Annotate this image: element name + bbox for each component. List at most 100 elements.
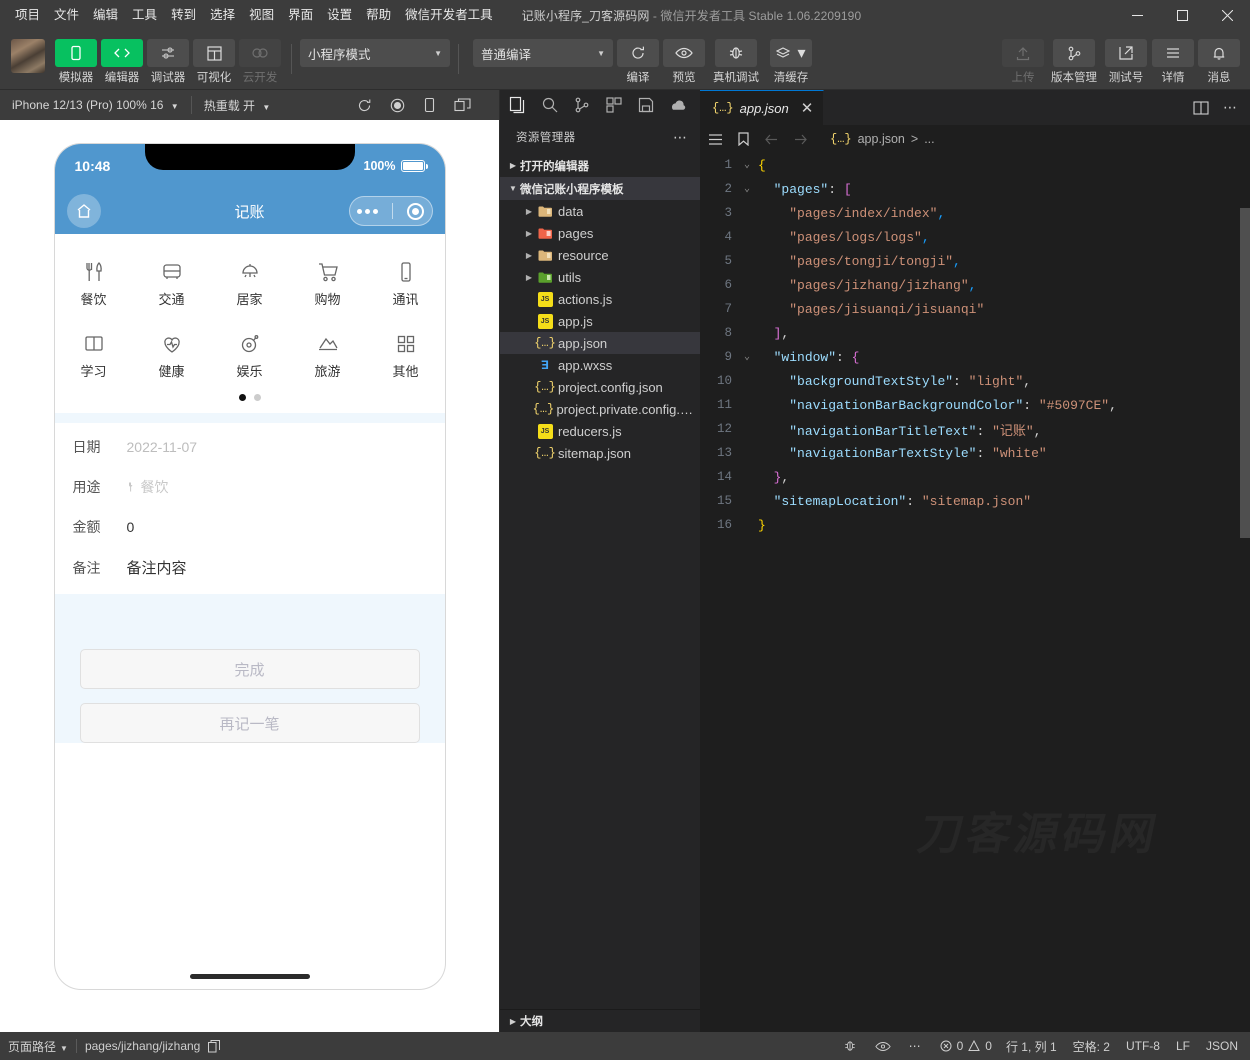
close-icon[interactable]: ✕ (801, 99, 814, 117)
code-line[interactable]: 14 }, (700, 465, 1250, 489)
category-item-qita[interactable]: 其他 (367, 322, 445, 394)
clear-cache-button[interactable]: ▾ 清缓存 (765, 39, 817, 85)
more-icon[interactable]: ⋯ (909, 1039, 922, 1053)
tree-item-resource[interactable]: ▶ resource (500, 244, 700, 266)
cursor-position[interactable]: 行 1, 列 1 (1006, 1038, 1057, 1055)
home-button[interactable] (66, 194, 101, 228)
encoding[interactable]: UTF-8 (1126, 1039, 1160, 1053)
extensions-activity[interactable] (598, 90, 630, 120)
code-line[interactable]: 10 "backgroundTextStyle": "light", (700, 369, 1250, 393)
more-icon[interactable]: ⋯ (1223, 99, 1238, 116)
rotate-icon[interactable] (423, 97, 436, 113)
compile-button[interactable]: 编译 (615, 39, 661, 85)
messages-button[interactable]: 消息 (1196, 39, 1242, 85)
chevron-right-icon[interactable]: ▶ (522, 229, 536, 238)
menu-item-goto[interactable]: 转到 (164, 4, 203, 26)
menu-item-devtools[interactable]: 微信开发者工具 (398, 4, 500, 26)
breadcrumb-path[interactable]: {…} app.json > ... (830, 132, 935, 146)
save-activity[interactable] (630, 90, 662, 120)
menu-item-select[interactable]: 选择 (203, 4, 242, 26)
code-lines[interactable]: 1 ⌄{2 ⌄ "pages": [3 "pages/index/index", 4 … (700, 153, 1250, 537)
copy-icon[interactable] (208, 1039, 221, 1053)
tree-item-sitemap-json[interactable]: {…} sitemap.json (500, 442, 700, 464)
outline-icon[interactable] (708, 133, 723, 146)
code-area[interactable]: 刀客源码网 1⌄{2⌄ "pages": [3 "pages/index/ind… (700, 153, 1250, 1032)
tree-item-project-config[interactable]: {…} project.config.json (500, 376, 700, 398)
code-line[interactable]: 1 ⌄{ (700, 153, 1250, 177)
record-icon[interactable] (390, 98, 405, 113)
code-line[interactable]: 15 "sitemapLocation": "sitemap.json" (700, 489, 1250, 513)
code-line[interactable]: 3 "pages/index/index", (700, 201, 1250, 225)
page-path-value[interactable]: pages/jizhang/jizhang (85, 1039, 200, 1053)
category-item-jujia[interactable]: 居家 (211, 250, 289, 322)
bookmark-icon[interactable] (737, 132, 750, 146)
files-activity[interactable] (502, 90, 534, 120)
chevron-right-icon[interactable]: ▶ (522, 251, 536, 260)
wechat-capsule[interactable] (348, 196, 433, 226)
category-item-xuexi[interactable]: 学习 (55, 322, 133, 394)
target-icon[interactable] (407, 202, 425, 220)
menu-item-file[interactable]: 文件 (47, 4, 86, 26)
breadcrumb-tail[interactable]: ... (924, 132, 934, 146)
menu-item-view[interactable]: 视图 (242, 4, 281, 26)
tree-item-actions-js[interactable]: JS actions.js (500, 288, 700, 310)
menu-item-settings[interactable]: 设置 (320, 4, 359, 26)
menu-item-project[interactable]: 项目 (8, 4, 47, 26)
category-item-tongxun[interactable]: 通讯 (367, 250, 445, 322)
cloud-test-activity[interactable] (662, 90, 694, 120)
form-row-date[interactable]: 日期 2022-11-07 (55, 427, 445, 467)
tab-app-json[interactable]: {…} app.json ✕ (700, 90, 825, 125)
breadcrumb-file[interactable]: app.json (858, 132, 905, 146)
device-select[interactable]: iPhone 12/13 (Pro) 100% 16 ▼ (0, 98, 191, 112)
split-editor-icon[interactable] (1193, 100, 1209, 115)
code-line[interactable]: 2 ⌄ "pages": [ (700, 177, 1250, 201)
more-dots-icon[interactable] (356, 208, 378, 214)
search-activity[interactable] (534, 90, 566, 120)
editor-scrollbar[interactable] (1240, 208, 1250, 538)
chevron-right-icon[interactable]: ▶ (522, 207, 536, 216)
tree-item-reducers-js[interactable]: JS reducers.js (500, 420, 700, 442)
forward-arrow-icon[interactable] (793, 133, 808, 146)
language-mode[interactable]: JSON (1206, 1039, 1238, 1053)
tree-item-project-private-config[interactable]: {…} project.private.config.js... (500, 398, 700, 420)
compile-select[interactable]: 普通编译 ▼ (473, 39, 613, 67)
menu-item-tools[interactable]: 工具 (125, 4, 164, 26)
category-item-gouwu[interactable]: 购物 (289, 250, 367, 322)
chevron-right-icon[interactable]: ▶ (522, 273, 536, 282)
version-control-button[interactable]: 版本管理 (1046, 39, 1102, 85)
menu-item-ui[interactable]: 界面 (281, 4, 320, 26)
test-account-button[interactable]: 测试号 (1102, 39, 1150, 85)
tree-item-app-js[interactable]: JS app.js (500, 310, 700, 332)
indentation[interactable]: 空格: 2 (1073, 1038, 1110, 1055)
minimize-button[interactable] (1115, 0, 1160, 30)
back-arrow-icon[interactable] (764, 133, 779, 146)
close-button[interactable] (1205, 0, 1250, 30)
details-button[interactable]: 详情 (1150, 39, 1196, 85)
category-item-jiaotong[interactable]: 交通 (133, 250, 211, 322)
eye-icon[interactable] (874, 1041, 891, 1052)
source-control-activity[interactable] (566, 90, 598, 120)
code-line[interactable]: 5 "pages/tongji/tongji", (700, 249, 1250, 273)
visual-button[interactable]: 可视化 (191, 39, 237, 85)
tree-item-app-json[interactable]: {…} app.json (500, 332, 700, 354)
category-item-lvyou[interactable]: 旅游 (289, 322, 367, 394)
pager-dot[interactable] (253, 394, 261, 401)
avatar[interactable] (11, 39, 45, 73)
tree-item-pages[interactable]: ▶ pages (500, 222, 700, 244)
code-line[interactable]: 6 "pages/jizhang/jizhang", (700, 273, 1250, 297)
bug-icon[interactable] (843, 1039, 857, 1053)
code-line[interactable]: 11 "navigationBarBackgroundColor": "#509… (700, 393, 1250, 417)
section-project-root[interactable]: ▼ 微信记账小程序模板 (500, 177, 700, 200)
form-row-purpose[interactable]: 用途 餐饮 (55, 467, 445, 507)
submit-button[interactable]: 完成 (79, 649, 420, 689)
debugger-button[interactable]: 调试器 (145, 39, 191, 85)
tree-item-app-wxss[interactable]: Ǝ app.wxss (500, 354, 700, 376)
pager-dot-active[interactable] (238, 394, 246, 401)
code-line[interactable]: 7 "pages/jisuanqi/jisuanqi" (700, 297, 1250, 321)
form-row-note[interactable]: 备注 备注内容 (55, 547, 445, 588)
menu-item-edit[interactable]: 编辑 (86, 4, 125, 26)
menu-item-help[interactable]: 帮助 (359, 4, 398, 26)
more-icon[interactable]: ⋯ (673, 129, 688, 146)
category-item-yule[interactable]: 娱乐 (211, 322, 289, 394)
code-line[interactable]: 8 ], (700, 321, 1250, 345)
